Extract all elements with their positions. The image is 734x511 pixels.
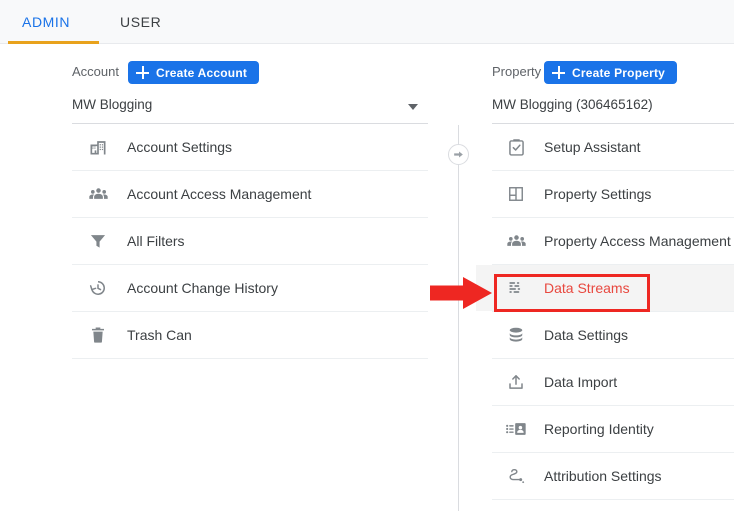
data-streams-icon: [504, 276, 528, 300]
upload-icon: [504, 370, 528, 394]
property-menu-item-label: Property Access Management: [544, 233, 731, 249]
database-icon: [504, 323, 528, 347]
account-column: Account Create Account MW Blogging Accou…: [72, 56, 428, 359]
property-menu-item-data-streams[interactable]: Data Streams: [476, 265, 734, 312]
property-menu: Setup Assistant Property Settings Proper…: [476, 124, 734, 500]
property-selector-value: MW Blogging (306465162): [492, 97, 653, 112]
arrow-right-circle-icon[interactable]: [448, 144, 469, 165]
account-label: Account: [72, 64, 119, 79]
property-menu-item-label: Data Import: [544, 374, 618, 390]
building-icon: [86, 135, 110, 159]
account-column-header: Account Create Account: [72, 56, 428, 92]
column-divider: [458, 125, 459, 511]
account-selector[interactable]: MW Blogging: [72, 92, 428, 124]
account-menu-item-account-settings[interactable]: Account Settings: [72, 124, 428, 171]
account-menu-item-account-access-management[interactable]: Account Access Management: [72, 171, 428, 218]
property-menu-item-label: Data Streams: [544, 280, 630, 296]
property-menu-item-property-access-management[interactable]: Property Access Management: [492, 218, 734, 265]
property-label: Property: [492, 64, 542, 79]
tab-user[interactable]: USER: [120, 0, 161, 44]
tab-admin[interactable]: ADMIN: [22, 0, 70, 44]
history-clock-icon: [86, 276, 110, 300]
layout-panel-icon: [504, 182, 528, 206]
create-account-button-label: Create Account: [156, 65, 248, 80]
people-group-icon: [504, 229, 528, 253]
property-selector[interactable]: MW Blogging (306465162): [492, 92, 734, 124]
account-menu-item-label: Account Settings: [127, 139, 233, 155]
account-menu-item-all-filters[interactable]: All Filters: [72, 218, 428, 265]
property-menu-item-label: Reporting Identity: [544, 421, 654, 437]
property-menu-item-label: Attribution Settings: [544, 468, 662, 484]
trash-can-icon: [86, 323, 110, 347]
account-menu-item-label: All Filters: [127, 233, 185, 249]
active-tab-indicator: [8, 41, 99, 44]
property-column: Property Create Property MW Blogging (30…: [476, 56, 734, 500]
property-column-header: Property Create Property: [492, 56, 734, 92]
people-group-icon: [86, 182, 110, 206]
account-menu-item-label: Account Access Management: [127, 186, 312, 202]
account-menu-item-label: Trash Can: [127, 327, 192, 343]
property-menu-item-setup-assistant[interactable]: Setup Assistant: [492, 124, 734, 171]
account-selector-value: MW Blogging: [72, 97, 153, 112]
property-menu-item-label: Property Settings: [544, 186, 652, 202]
plus-icon: [552, 66, 565, 79]
account-menu-item-label: Account Change History: [127, 280, 278, 296]
admin-tab-bar: ADMIN USER: [0, 0, 734, 44]
create-property-button[interactable]: Create Property: [544, 61, 678, 84]
create-property-button-label: Create Property: [572, 65, 666, 80]
property-menu-item-attribution-settings[interactable]: Attribution Settings: [492, 453, 734, 500]
reporting-identity-icon: [504, 417, 528, 441]
property-menu-item-label: Setup Assistant: [544, 139, 641, 155]
clipboard-check-icon: [504, 135, 528, 159]
property-menu-item-data-import[interactable]: Data Import: [492, 359, 734, 406]
attribution-path-icon: [504, 464, 528, 488]
account-menu: Account Settings Account Access Manageme…: [72, 124, 428, 359]
account-menu-item-trash-can[interactable]: Trash Can: [72, 312, 428, 359]
property-menu-item-data-settings[interactable]: Data Settings: [492, 312, 734, 359]
chevron-down-icon: [408, 104, 418, 110]
create-account-button[interactable]: Create Account: [128, 61, 260, 84]
property-menu-item-reporting-identity[interactable]: Reporting Identity: [492, 406, 734, 453]
account-menu-item-account-change-history[interactable]: Account Change History: [72, 265, 428, 312]
funnel-icon: [86, 229, 110, 253]
property-menu-item-label: Data Settings: [544, 327, 629, 343]
plus-icon: [136, 66, 149, 79]
property-menu-item-property-settings[interactable]: Property Settings: [492, 171, 734, 218]
